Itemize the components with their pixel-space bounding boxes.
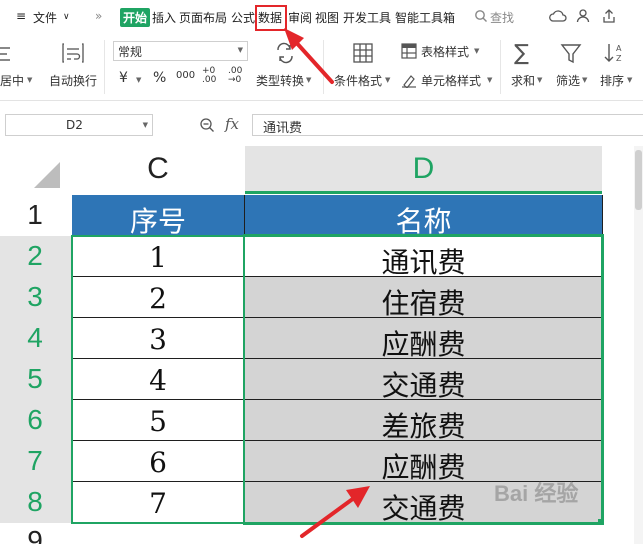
chevron-down-icon[interactable]: ∨: [63, 12, 70, 22]
cloud-sync-icon[interactable]: [549, 9, 567, 25]
row-number: 6: [27, 404, 43, 435]
table-style-icon[interactable]: [401, 43, 417, 59]
tab-developer[interactable]: 开发工具: [343, 9, 391, 26]
scrollbar-thumb[interactable]: [635, 150, 642, 210]
column-header-d[interactable]: D: [245, 146, 602, 194]
annotation-arrow-icon: [300, 486, 370, 538]
chevron-down-icon[interactable]: ▼: [136, 76, 141, 84]
share-out-icon[interactable]: [601, 8, 617, 24]
align-center-icon[interactable]: [0, 44, 12, 64]
conditional-format-icon[interactable]: [352, 42, 374, 64]
decrease-decimal-button[interactable]: .00 →0: [228, 67, 242, 85]
chevron-down-icon[interactable]: ▼: [582, 76, 587, 84]
chevron-down-icon[interactable]: ▼: [474, 47, 479, 55]
row-number: 9: [27, 525, 43, 544]
sort-icon[interactable]: AZ: [603, 42, 627, 64]
user-share-icon[interactable]: [576, 8, 592, 24]
chevron-down-icon[interactable]: ▼: [537, 76, 542, 84]
select-all-corner[interactable]: [0, 146, 71, 195]
svg-text:A: A: [616, 44, 622, 53]
row-number: 4: [27, 322, 43, 353]
search-label[interactable]: 查找: [490, 9, 514, 26]
more-tabs-icon[interactable]: »: [95, 9, 102, 23]
number-format-value: 常规: [118, 45, 143, 59]
table-style-button[interactable]: 表格样式: [421, 43, 469, 60]
increase-decimal-button[interactable]: +0.00: [202, 67, 216, 85]
tab-formula[interactable]: 公式: [231, 9, 255, 26]
zoom-formula-icon[interactable]: [199, 117, 215, 133]
fx-icon[interactable]: fx: [225, 115, 239, 133]
cell-style-icon[interactable]: [401, 72, 417, 88]
menu-icon[interactable]: ≡: [16, 9, 26, 23]
column-header-c[interactable]: C: [72, 146, 244, 194]
formula-input[interactable]: 通讯费: [252, 114, 643, 136]
filter-button[interactable]: 筛选: [556, 72, 580, 89]
annotation-arrow-icon: [284, 28, 334, 84]
row-number: 7: [27, 445, 43, 476]
watermark-text: Bai 经验: [494, 481, 579, 506]
wrap-text-icon[interactable]: [61, 42, 85, 64]
conditional-format-button[interactable]: 条件格式: [334, 72, 382, 89]
chevron-down-icon[interactable]: ▼: [627, 76, 632, 84]
chevron-down-icon: ▼: [142, 121, 148, 129]
row-number: 3: [27, 281, 43, 312]
align-center-label[interactable]: 居中: [0, 72, 24, 89]
chevron-down-icon[interactable]: ▼: [27, 76, 32, 84]
currency-format-button[interactable]: ¥: [119, 70, 128, 86]
row-number: 5: [27, 363, 43, 394]
tab-smart-toolbox[interactable]: 智能工具箱: [395, 9, 455, 26]
sort-button[interactable]: 排序: [600, 72, 624, 89]
number-format-select[interactable]: 常规 ▼: [113, 41, 248, 61]
thousands-format-button[interactable]: 000: [176, 70, 195, 81]
row-number: 2: [27, 240, 43, 271]
name-box-value: D2: [66, 118, 83, 132]
sum-button[interactable]: 求和: [511, 72, 535, 89]
formula-bar: D2 ▼ fx 通讯费: [0, 107, 643, 141]
chevron-down-icon[interactable]: ▼: [487, 76, 492, 84]
sum-icon[interactable]: ∑: [514, 41, 529, 66]
percent-format-button[interactable]: %: [153, 70, 166, 86]
wrap-text-button[interactable]: 自动换行: [49, 72, 97, 89]
row-number: 8: [27, 486, 43, 517]
svg-text:Z: Z: [616, 54, 622, 63]
chevron-down-icon[interactable]: ▼: [385, 76, 390, 84]
vertical-scrollbar[interactable]: [634, 146, 643, 544]
table-header-cell[interactable]: 序号: [72, 200, 244, 240]
tab-start[interactable]: 开始: [120, 8, 151, 27]
chevron-down-icon: ▼: [237, 46, 243, 54]
cell-style-button[interactable]: 单元格样式: [421, 72, 481, 89]
column-header-label: D: [412, 152, 435, 185]
tab-file[interactable]: 文件: [33, 9, 57, 26]
column-header-label: C: [147, 152, 169, 185]
row-number: 1: [27, 199, 43, 230]
watermark-logo: Bai 经验: [494, 476, 578, 508]
search-icon[interactable]: [474, 9, 488, 23]
tab-insert[interactable]: 插入: [152, 9, 176, 26]
ribbon-separator: [104, 40, 105, 94]
tab-page-layout[interactable]: 页面布局: [179, 9, 227, 26]
filter-icon[interactable]: [560, 43, 582, 65]
spreadsheet-grid: C D 1 2 3 4 5 6 7 8 9 序号 名称 1 通讯费 2 住宿费 …: [0, 146, 643, 544]
fill-handle[interactable]: [598, 519, 604, 525]
ribbon-separator: [500, 40, 501, 94]
name-box[interactable]: D2 ▼: [5, 114, 153, 136]
